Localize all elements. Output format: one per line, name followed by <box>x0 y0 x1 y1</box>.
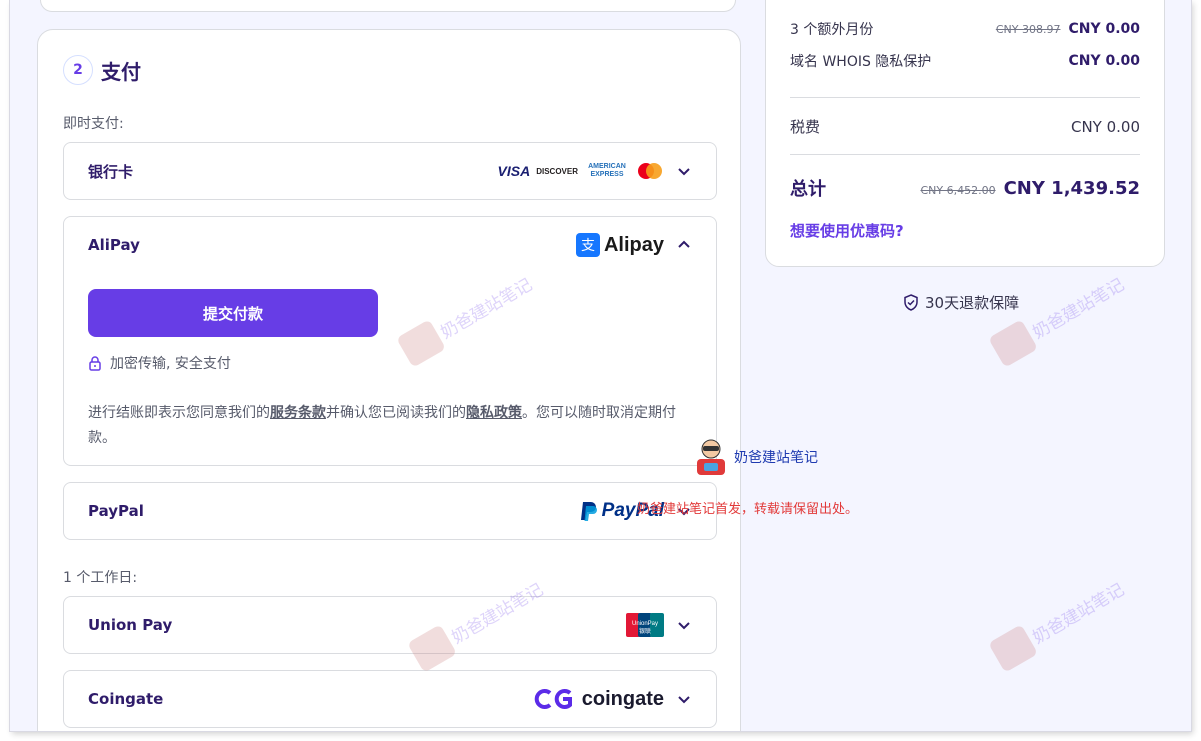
svg-text:支: 支 <box>581 238 595 254</box>
summary-divider <box>790 97 1140 98</box>
secure-payment-note: 加密传输, 安全支付 <box>88 353 231 373</box>
method-name: Union Pay <box>88 616 173 634</box>
chevron-down-icon[interactable] <box>676 617 692 633</box>
unionpay-logo: UnionPay 银联 <box>626 613 664 637</box>
discover-logo: DISCOVER <box>536 166 578 176</box>
shield-check-icon <box>904 294 918 311</box>
payment-method-unionpay[interactable]: Union Pay UnionPay 银联 <box>63 596 717 654</box>
chevron-up-icon[interactable] <box>676 237 692 253</box>
visa-logo: VISA <box>497 163 531 179</box>
chevron-down-icon[interactable] <box>676 163 692 179</box>
method-name: PayPal <box>88 502 144 520</box>
payment-step-header: 2 支付 <box>63 55 141 85</box>
method-name: Coingate <box>88 690 164 708</box>
instant-payment-label: 即时支付: <box>63 116 124 132</box>
privacy-policy-link[interactable]: 隐私政策 <box>466 405 522 421</box>
chevron-down-icon[interactable] <box>676 691 692 707</box>
alipay-logo: 支 Alipay <box>575 233 664 257</box>
amex-logo: AMERICAN EXPRESS <box>588 163 626 178</box>
summary-divider <box>790 154 1140 155</box>
browser-viewport: 2 支付 即时支付: 银行卡 VISA DISCOVER AMERICAN EX… <box>10 0 1191 731</box>
step-number-badge: 2 <box>63 55 93 85</box>
coupon-code-link[interactable]: 想要使用优惠码? <box>790 220 904 241</box>
previous-section-card <box>40 0 736 12</box>
coingate-logo: coingate <box>532 688 664 711</box>
watermark: 奶爸建站笔记 <box>988 571 1130 673</box>
svg-text:UnionPay: UnionPay <box>632 621 658 627</box>
summary-row-tax: 税费 CNY 0.00 <box>790 117 1140 137</box>
secure-text: 加密传输, 安全支付 <box>110 356 231 372</box>
payment-method-paypal[interactable]: PayPal PayPal <box>63 482 717 540</box>
payment-method-alipay[interactable]: AliPay 支 Alipay 提交付款 加密传输, 安全支付 进行结账即表示您… <box>63 216 717 466</box>
repost-notice: 奶爸建站笔记首发，转载请保留出处。 <box>637 502 859 517</box>
workday-payment-label: 1 个工作日: <box>63 570 138 586</box>
mastercard-logo <box>638 163 662 179</box>
summary-row-whois-privacy: 域名 WHOIS 隐私保护 CNY 0.00 <box>790 53 1140 70</box>
money-back-guarantee: 30天退款保障 <box>903 292 1019 313</box>
terms-of-service-link[interactable]: 服务条款 <box>270 405 326 421</box>
svg-text:银联: 银联 <box>639 627 651 635</box>
payment-method-coingate[interactable]: Coingate coingate <box>63 670 717 728</box>
watermark: 奶爸建站笔记 <box>988 266 1130 368</box>
avatar-icon <box>697 439 725 475</box>
order-summary-card: 3 个额外月份 CNY 308.97 CNY 0.00 域名 WHOIS 隐私保护… <box>765 0 1165 267</box>
method-name: AliPay <box>88 236 140 254</box>
paypal-icon <box>580 502 597 521</box>
summary-row-extra-months: 3 个额外月份 CNY 308.97 CNY 0.00 <box>790 21 1140 38</box>
payment-title: 支付 <box>101 59 141 84</box>
card-logos: VISA DISCOVER AMERICAN EXPRESS <box>498 162 664 180</box>
coingate-icon <box>534 689 572 709</box>
method-name: 银行卡 <box>88 162 134 181</box>
payment-method-bank-card[interactable]: 银行卡 VISA DISCOVER AMERICAN EXPRESS <box>63 142 717 200</box>
payment-card: 2 支付 即时支付: 银行卡 VISA DISCOVER AMERICAN EX… <box>37 29 741 731</box>
summary-row-total: 总计 CNY 6,452.00 CNY 1,439.52 <box>790 177 1140 201</box>
alipay-icon: 支 <box>575 233 600 257</box>
watermark-badge: 奶爸建站笔记 <box>692 437 818 477</box>
submit-payment-button[interactable]: 提交付款 <box>88 289 378 337</box>
terms-text: 进行结账即表示您同意我们的服务条款并确认您已阅读我们的隐私政策。您可以随时取消定… <box>88 405 676 446</box>
lock-icon <box>89 356 101 371</box>
